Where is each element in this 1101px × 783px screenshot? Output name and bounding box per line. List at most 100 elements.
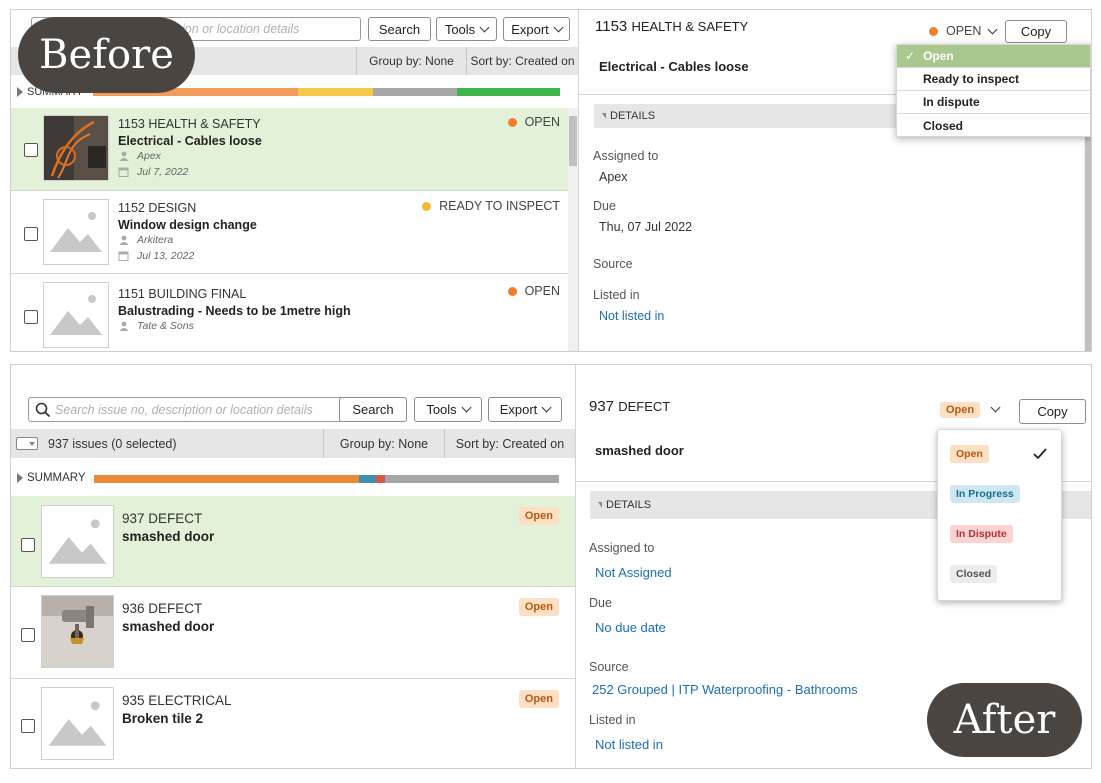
due-link[interactable]: No due date	[595, 620, 666, 635]
assigned-value: Apex	[599, 170, 628, 184]
summary-bar-segment	[385, 475, 559, 483]
image-placeholder-icon	[43, 199, 109, 265]
copy-button[interactable]: Copy	[1005, 20, 1067, 43]
select-all-checkbox[interactable]	[16, 437, 38, 450]
issue-date: Jul 13, 2022	[118, 250, 194, 262]
issue-photo	[43, 115, 109, 181]
status-dropdown-menu: ✓ Open Ready to inspect In dispute Close…	[896, 44, 1091, 137]
listed-link[interactable]: Not listed in	[595, 737, 663, 752]
status-text: OPEN	[524, 284, 560, 298]
sort-by-button[interactable]: Sort by: Created on	[444, 429, 575, 458]
status-option-in-dispute[interactable]: In dispute	[897, 90, 1090, 113]
issue-assignee: Apex	[118, 150, 161, 162]
assignee-name: Arkitera	[137, 234, 174, 246]
status-option-open[interactable]: Open	[950, 445, 989, 463]
status-option-ready-to-inspect[interactable]: Ready to inspect	[897, 67, 1090, 90]
summary-bar-segment	[298, 88, 374, 96]
issue-title: Balustrading - Needs to be 1metre high	[118, 304, 351, 318]
status-dot-icon	[422, 201, 432, 211]
summary-toggle[interactable]: SUMMARY	[17, 472, 86, 484]
detail-category: HEALTH & SAFETY	[631, 19, 749, 34]
chevron-down-icon	[479, 22, 490, 32]
assigned-link[interactable]: Not Assigned	[595, 565, 672, 580]
list-scrollbar[interactable]	[568, 108, 578, 351]
search-button[interactable]: Search	[368, 17, 431, 41]
issue-row[interactable]: 937 DEFECT smashed door Open	[11, 496, 575, 587]
detail-header: 1153 HEALTH & SAFETY	[595, 18, 748, 35]
group-by-button[interactable]: Group by: None	[356, 47, 466, 75]
issue-assignee: Arkitera	[118, 234, 173, 246]
expand-triangle-icon	[17, 87, 23, 97]
detail-category: DEFECT	[618, 399, 671, 414]
status-badge: Open	[518, 690, 559, 708]
copy-button[interactable]: Copy	[1019, 399, 1086, 424]
chevron-down-icon[interactable]	[990, 402, 1001, 413]
status-option-closed[interactable]: Closed	[950, 565, 998, 583]
section-label: DETAILS	[606, 499, 652, 511]
status-text: OPEN	[946, 24, 982, 38]
tools-button[interactable]: Tools	[414, 397, 482, 422]
assigned-label: Assigned to	[593, 149, 659, 163]
status-dot-icon	[929, 26, 938, 36]
pane-divider	[578, 10, 579, 351]
calendar-icon	[118, 167, 129, 177]
status-dropdown-toggle[interactable]: OPEN	[929, 24, 998, 38]
issue-row[interactable]: 1153 HEALTH & SAFETY Electrical - Cables…	[11, 108, 568, 191]
search-button[interactable]: Search	[339, 397, 407, 422]
door-hardware-photo-icon	[42, 596, 113, 667]
summary-label: SUMMARY	[27, 472, 86, 484]
listed-link[interactable]: Not listed in	[599, 309, 664, 323]
assigned-label: Assigned to	[589, 541, 655, 555]
scrollbar-thumb[interactable]	[569, 116, 577, 166]
group-by-label: Group by: None	[339, 436, 429, 451]
date-text: Jul 13, 2022	[137, 250, 195, 262]
issue-number: 1153 HEALTH & SAFETY	[118, 117, 261, 131]
sort-by-button[interactable]: Sort by: Created on	[466, 47, 578, 75]
export-button[interactable]: Export	[488, 397, 562, 422]
search-input[interactable]: Search issue no, description or location…	[28, 397, 359, 422]
issue-title: smashed door	[122, 619, 215, 634]
source-link[interactable]: 252 Grouped | ITP Waterproofing - Bathro…	[592, 682, 858, 697]
row-checkbox[interactable]	[24, 227, 38, 241]
row-checkbox[interactable]	[24, 310, 38, 324]
row-checkbox[interactable]	[21, 719, 35, 733]
person-icon	[119, 235, 129, 245]
status-option-closed[interactable]: Closed	[897, 113, 1090, 137]
issue-number: 936 DEFECT	[122, 601, 203, 616]
issue-row[interactable]: 1152 DESIGN Window design change Arkiter…	[11, 191, 568, 274]
issue-row[interactable]: 935 ELECTRICAL Broken tile 2 Open	[11, 679, 575, 768]
check-icon	[1033, 448, 1047, 460]
summary-bar-segment	[94, 475, 360, 483]
summary-bar-segment	[373, 88, 458, 96]
summary-bar-segment	[457, 88, 560, 96]
person-icon	[119, 321, 129, 331]
status-indicator: READY TO INSPECT	[422, 199, 560, 213]
issue-row[interactable]: 1151 BUILDING FINAL Balustrading - Needs…	[11, 274, 568, 351]
group-by-button[interactable]: Group by: None	[323, 429, 444, 458]
row-checkbox[interactable]	[24, 143, 38, 157]
calendar-icon	[118, 251, 129, 261]
status-text: OPEN	[524, 115, 560, 129]
status-badge[interactable]: Open	[940, 402, 981, 418]
export-button-label: Export	[511, 21, 549, 37]
list-toolbar: 937 issues (0 selected) Group by: None S…	[11, 429, 575, 458]
status-indicator: OPEN	[507, 284, 560, 298]
detail-title: smashed door	[595, 443, 684, 458]
status-option-in-progress[interactable]: In Progress	[950, 485, 1020, 503]
row-checkbox[interactable]	[21, 628, 35, 642]
chevron-down-icon	[553, 22, 564, 32]
detail-number: 937	[589, 398, 615, 415]
before-caption: Before	[18, 17, 195, 93]
tools-button[interactable]: Tools	[436, 17, 497, 41]
detail-header: 937 DEFECT	[589, 398, 670, 415]
export-button[interactable]: Export	[503, 17, 570, 41]
collapse-triangle-icon	[598, 502, 602, 508]
status-option-open[interactable]: ✓ Open	[897, 45, 1090, 67]
image-placeholder-icon	[41, 687, 114, 760]
issue-row[interactable]: 936 DEFECT smashed door Open	[11, 587, 575, 679]
chevron-down-icon	[541, 402, 552, 413]
row-checkbox[interactable]	[21, 538, 35, 552]
issue-number: 1151 BUILDING FINAL	[118, 287, 247, 301]
status-option-in-dispute[interactable]: In Dispute	[950, 525, 1013, 543]
listed-label: Listed in	[589, 713, 636, 727]
